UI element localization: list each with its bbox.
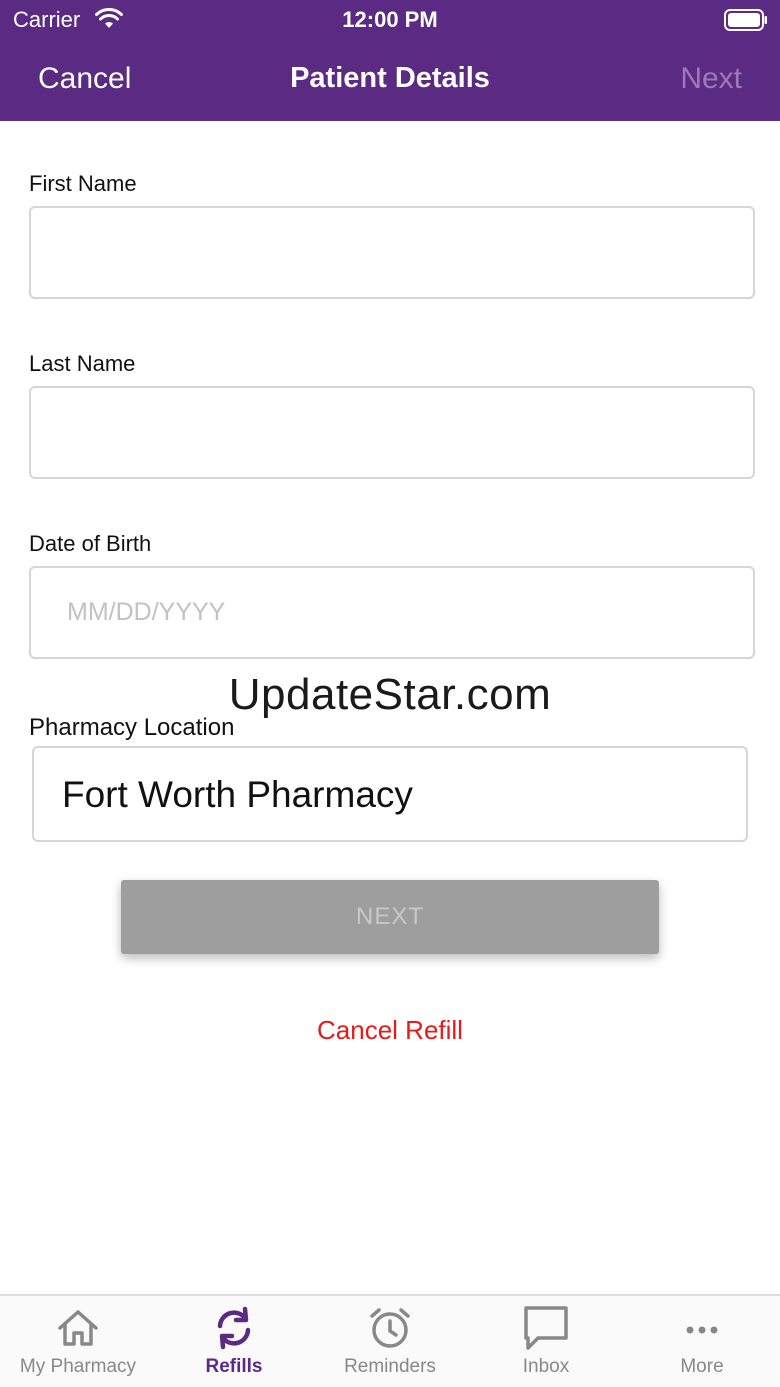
tab-inbox[interactable]: Inbox: [468, 1296, 624, 1387]
last-name-label: Last Name: [29, 351, 136, 376]
pharmacy-location-value: Fort Worth Pharmacy: [62, 774, 413, 815]
alarm-clock-icon: [370, 1308, 410, 1348]
tab-bar: My Pharmacy Refills Reminders Inbox More: [0, 1294, 780, 1387]
battery-icon: [724, 9, 767, 31]
date-of-birth-input[interactable]: [29, 566, 755, 659]
tab-refills[interactable]: Refills: [156, 1296, 312, 1387]
date-of-birth-label: Date of Birth: [29, 531, 152, 556]
home-icon: [58, 1310, 98, 1346]
tab-label: More: [680, 1356, 724, 1377]
tab-more[interactable]: More: [624, 1296, 780, 1387]
app-header: Carrier 12:00 PM Cancel Patient Details …: [0, 0, 780, 121]
status-bar: Carrier 12:00 PM: [0, 0, 780, 42]
tab-reminders[interactable]: Reminders: [312, 1296, 468, 1387]
watermark: UpdateStar.com: [228, 670, 552, 719]
next-button[interactable]: NEXT: [121, 880, 659, 954]
first-name-label: First Name: [29, 171, 137, 196]
pharmacy-location-label: Pharmacy Location: [29, 714, 235, 741]
first-name-input[interactable]: [29, 206, 755, 299]
pharmacy-location-select[interactable]: Fort Worth Pharmacy: [32, 746, 748, 842]
refresh-icon: [217, 1306, 251, 1350]
tab-label: My Pharmacy: [19, 1356, 137, 1377]
tab-my-pharmacy[interactable]: My Pharmacy: [0, 1296, 156, 1387]
tab-label: Reminders: [344, 1356, 436, 1377]
next-nav-button[interactable]: Next: [680, 62, 742, 96]
tab-label: Inbox: [522, 1356, 570, 1377]
tab-label: Refills: [205, 1356, 263, 1377]
status-time: 12:00 PM: [342, 7, 438, 32]
chat-bubble-icon: [524, 1306, 568, 1350]
more-dots-icon: [686, 1326, 718, 1334]
last-name-input[interactable]: [29, 386, 755, 479]
cancel-refill-button[interactable]: Cancel Refill: [0, 1015, 780, 1046]
cancel-button[interactable]: Cancel: [38, 62, 131, 96]
